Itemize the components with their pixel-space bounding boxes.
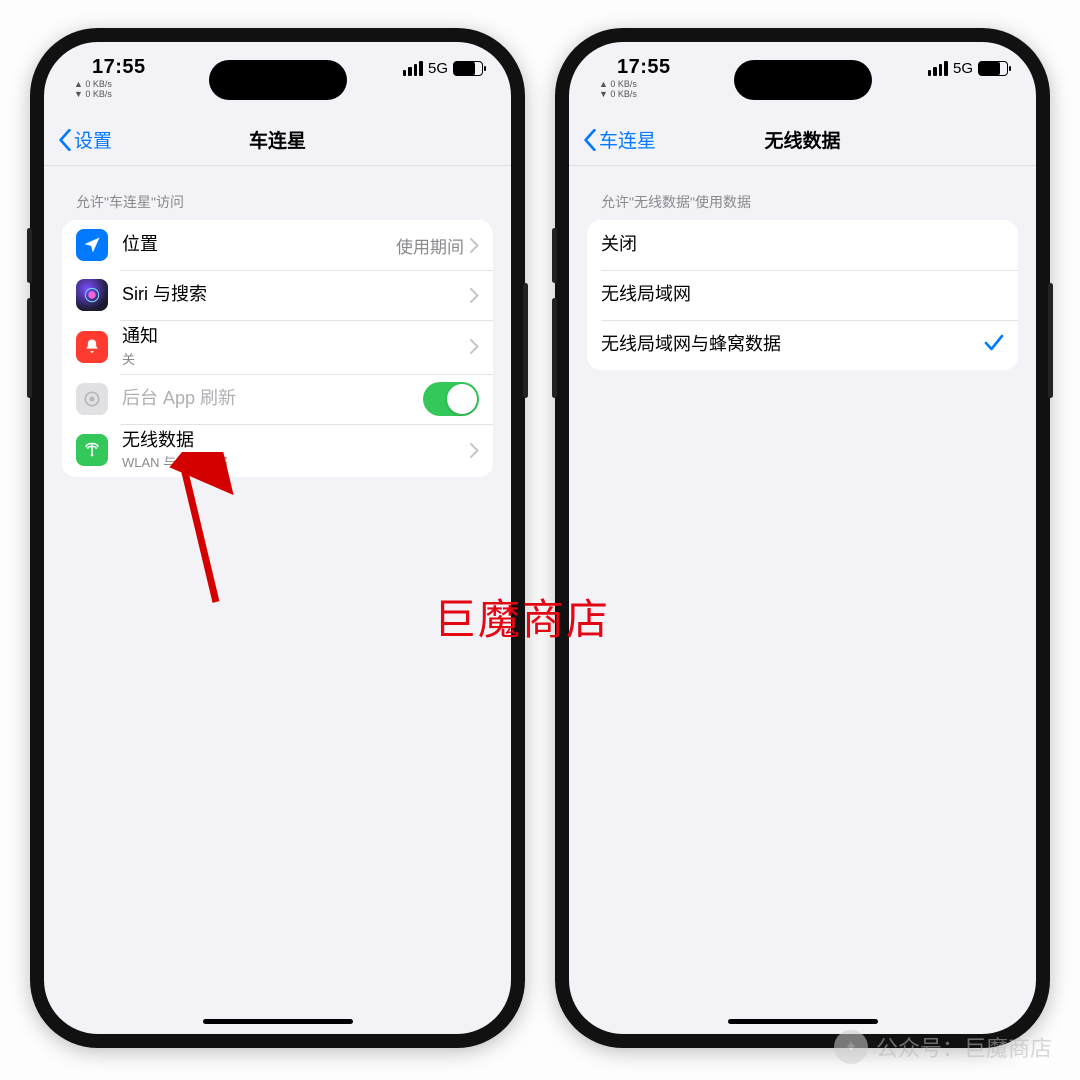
- battery-icon: [453, 61, 483, 76]
- option-wlan[interactable]: 无线局域网: [587, 270, 1018, 320]
- nav-bar: 车连星 无线数据: [569, 114, 1036, 166]
- status-time: 17:55: [617, 56, 671, 79]
- siri-icon: [76, 279, 108, 311]
- status-time: 17:55: [92, 56, 146, 79]
- options-group: 关闭 无线局域网 无线局域网与蜂窝数据: [587, 220, 1018, 370]
- status-kbs-up: ▲ 0 KB/s: [74, 79, 146, 89]
- status-kbs-down: ▼ 0 KB/s: [599, 89, 671, 99]
- toggle-switch[interactable]: [423, 382, 479, 416]
- annotation-arrow: [168, 452, 248, 612]
- wechat-icon: ✦: [834, 1030, 868, 1064]
- bottom-watermark-text: 公众号：巨魔商店: [876, 1031, 1052, 1063]
- back-button[interactable]: 设置: [58, 126, 112, 153]
- status-kbs-up: ▲ 0 KB/s: [599, 79, 671, 89]
- network-label: 5G: [428, 60, 448, 77]
- option-label: 关闭: [601, 234, 1004, 256]
- bottom-watermark: ✦ 公众号：巨魔商店: [834, 1030, 1052, 1064]
- chevron-right-icon: [470, 288, 479, 303]
- option-wlan-cellular[interactable]: 无线局域网与蜂窝数据: [587, 320, 1018, 370]
- row-label: 无线数据: [122, 430, 470, 452]
- row-siri[interactable]: Siri 与搜索: [62, 270, 493, 320]
- row-subtitle: 关: [122, 349, 470, 368]
- option-off[interactable]: 关闭: [587, 220, 1018, 270]
- row-label: 后台 App 刷新: [122, 388, 423, 410]
- row-location[interactable]: 位置 使用期间: [62, 220, 493, 270]
- chevron-right-icon: [470, 339, 479, 354]
- bell-icon: [76, 331, 108, 363]
- chevron-left-icon: [58, 129, 72, 151]
- section-header: 允许"车连星"访问: [62, 166, 493, 220]
- battery-icon: [978, 61, 1008, 76]
- antenna-icon: [76, 434, 108, 466]
- settings-group: 位置 使用期间 Siri 与搜索: [62, 220, 493, 477]
- phone-left: 17:55 ▲ 0 KB/s ▼ 0 KB/s 5G 设置 车连星 允许"车: [30, 28, 525, 1048]
- back-button[interactable]: 车连星: [583, 126, 656, 153]
- dynamic-island: [209, 60, 347, 100]
- nav-bar: 设置 车连星: [44, 114, 511, 166]
- location-icon: [76, 229, 108, 261]
- checkmark-icon: [984, 334, 1004, 357]
- option-label: 无线局域网与蜂窝数据: [601, 334, 984, 356]
- option-label: 无线局域网: [601, 284, 1004, 306]
- chevron-right-icon: [470, 443, 479, 458]
- row-notifications[interactable]: 通知 关: [62, 320, 493, 374]
- section-header: 允许"无线数据"使用数据: [587, 166, 1018, 220]
- status-kbs-down: ▼ 0 KB/s: [74, 89, 146, 99]
- back-label: 设置: [74, 126, 112, 153]
- watermark-text: 巨魔商店: [434, 586, 610, 647]
- phone-right: 17:55 ▲ 0 KB/s ▼ 0 KB/s 5G 车连星 无线数据 允许: [555, 28, 1050, 1048]
- home-indicator[interactable]: [728, 1019, 878, 1024]
- screen-right: 17:55 ▲ 0 KB/s ▼ 0 KB/s 5G 车连星 无线数据 允许: [569, 42, 1036, 1034]
- dynamic-island: [734, 60, 872, 100]
- gear-icon: [76, 383, 108, 415]
- row-label: 位置: [122, 234, 396, 256]
- chevron-left-icon: [583, 129, 597, 151]
- row-label: 通知: [122, 326, 470, 348]
- page-title: 车连星: [44, 126, 511, 153]
- screen-left: 17:55 ▲ 0 KB/s ▼ 0 KB/s 5G 设置 车连星 允许"车: [44, 42, 511, 1034]
- network-label: 5G: [953, 60, 973, 77]
- row-background-refresh: 后台 App 刷新: [62, 374, 493, 424]
- chevron-right-icon: [470, 238, 479, 253]
- home-indicator[interactable]: [203, 1019, 353, 1024]
- signal-icon: [928, 61, 948, 76]
- row-value: 使用期间: [396, 233, 464, 258]
- back-label: 车连星: [599, 126, 656, 153]
- row-wireless-data[interactable]: 无线数据 WLAN 与蜂窝网络: [62, 424, 493, 478]
- row-label: Siri 与搜索: [122, 284, 470, 306]
- signal-icon: [403, 61, 423, 76]
